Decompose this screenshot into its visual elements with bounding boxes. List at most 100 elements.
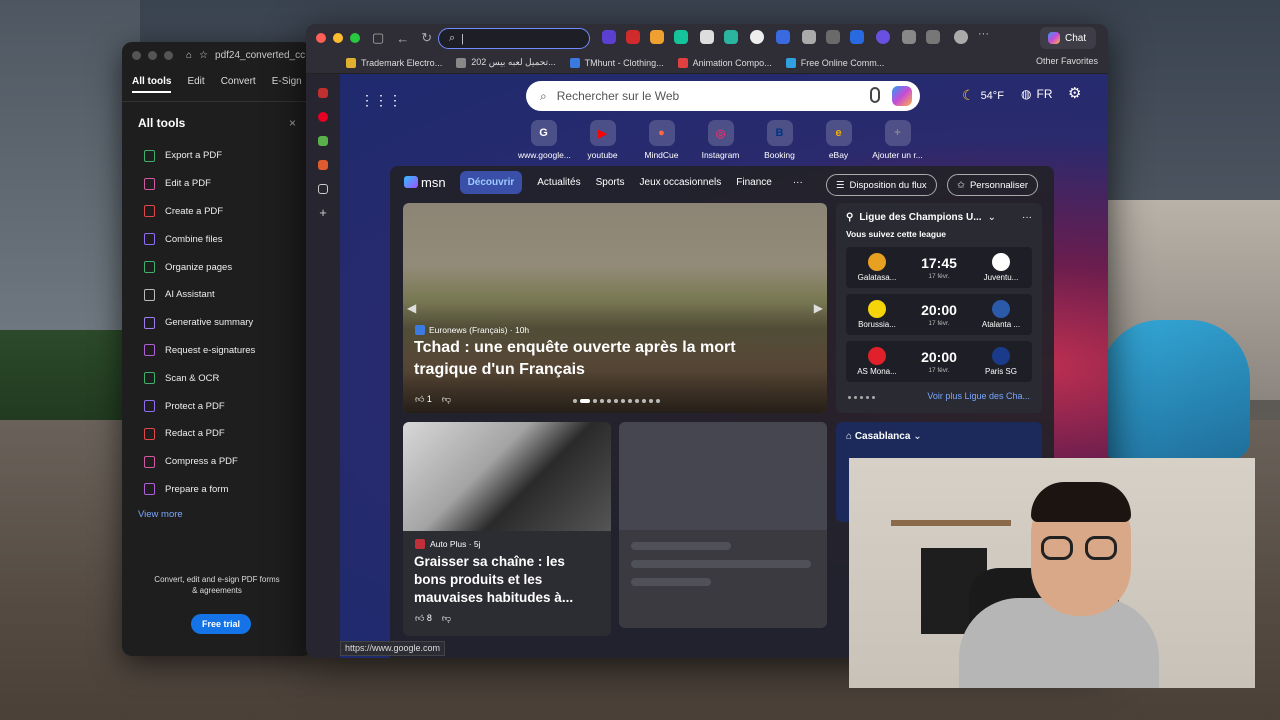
- tool-item[interactable]: Scan & OCR: [122, 364, 312, 392]
- see-more-league-link[interactable]: Voir plus Ligue des Cha...: [927, 391, 1030, 401]
- dislike-button[interactable]: 👎︎: [442, 394, 451, 405]
- microphone-icon[interactable]: [870, 87, 880, 103]
- close-icon[interactable]: ×: [289, 116, 296, 130]
- tab-sports[interactable]: Sports: [596, 177, 625, 188]
- extension-icon[interactable]: [850, 30, 864, 44]
- menu-esign[interactable]: E-Sign: [272, 76, 302, 93]
- gear-icon[interactable]: ⚙: [1068, 84, 1081, 102]
- extension-icon[interactable]: [724, 30, 738, 44]
- minimize-window-button[interactable]: [333, 33, 343, 43]
- add-icon[interactable]: +: [318, 206, 328, 219]
- extension-icon[interactable]: [776, 30, 790, 44]
- next-arrow-icon[interactable]: ▶: [814, 301, 823, 315]
- free-trial-button[interactable]: Free trial: [191, 614, 251, 634]
- close-window-button[interactable]: [316, 33, 326, 43]
- extension-icon[interactable]: [750, 30, 764, 44]
- grammarly-icon[interactable]: [674, 30, 688, 44]
- personalize-button[interactable]: ✩ Personnaliser: [947, 174, 1039, 196]
- tool-item[interactable]: Combine files: [122, 225, 312, 253]
- collections-icon[interactable]: [318, 184, 328, 194]
- view-more-link[interactable]: View more: [122, 503, 312, 526]
- match-row[interactable]: Galatasa... 17:45 17 févr. Juventu...: [846, 247, 1032, 288]
- avatar[interactable]: [954, 30, 968, 44]
- more-options-icon[interactable]: ···: [1022, 212, 1032, 223]
- quick-link[interactable]: ◎ Instagram: [695, 120, 746, 160]
- article-card[interactable]: Auto Plus · 5j Graisser sa chaîne : les …: [403, 422, 611, 636]
- more-menu-icon[interactable]: ···: [978, 28, 992, 42]
- tool-item[interactable]: Export a PDF: [122, 142, 312, 170]
- bookmark-item[interactable]: Free Online Comm...: [785, 57, 884, 68]
- web-search-box[interactable]: ⌕ Rechercher sur le Web: [526, 81, 920, 111]
- tab-finance[interactable]: Finance: [736, 177, 772, 188]
- bookmark-item[interactable]: Animation Compo...: [677, 57, 772, 68]
- tool-item[interactable]: Compress a PDF: [122, 448, 312, 476]
- favorites-icon[interactable]: [926, 30, 940, 44]
- quick-link[interactable]: Gwww.google...: [518, 120, 571, 160]
- tab-news[interactable]: Actualités: [537, 177, 580, 188]
- language-selector[interactable]: ◍ FR: [1021, 87, 1052, 101]
- extension-icon[interactable]: [826, 30, 840, 44]
- match-row[interactable]: AS Mona... 20:00 17 févr. Paris SG: [846, 341, 1032, 382]
- sidebar-icon[interactable]: [318, 160, 328, 170]
- puzzle-icon[interactable]: [902, 30, 916, 44]
- copilot-icon[interactable]: [892, 86, 912, 106]
- menu-convert[interactable]: Convert: [221, 76, 256, 93]
- quick-link[interactable]: ● MindCue: [636, 120, 687, 160]
- quick-link[interactable]: B Booking: [754, 120, 805, 160]
- extension-icon[interactable]: [700, 30, 714, 44]
- chat-button[interactable]: Chat: [1040, 27, 1096, 49]
- quick-link[interactable]: e eBay: [813, 120, 864, 160]
- weather-widget[interactable]: ☾ 54°F: [962, 87, 1004, 104]
- chevron-down-icon[interactable]: ⌄: [988, 212, 996, 223]
- quick-link[interactable]: + Ajouter un r...: [872, 120, 923, 160]
- sidebar-icon[interactable]: [318, 136, 328, 146]
- home-icon[interactable]: ⌂: [186, 50, 192, 61]
- hero-article[interactable]: ◀ ▶ Euronews (Français) · 10h Tchad : un…: [403, 203, 827, 413]
- tab-casual-games[interactable]: Jeux occasionnels: [640, 177, 722, 188]
- tool-item[interactable]: Create a PDF: [122, 198, 312, 226]
- apps-grid-icon[interactable]: ⋮⋮⋮: [360, 92, 402, 109]
- prev-arrow-icon[interactable]: ◀: [407, 301, 416, 315]
- shield-icon[interactable]: [802, 30, 816, 44]
- tool-item[interactable]: Protect a PDF: [122, 392, 312, 420]
- other-favorites[interactable]: Other Favorites: [1036, 56, 1098, 66]
- bookmark-item[interactable]: Trademark Electro...: [346, 57, 442, 68]
- tool-item[interactable]: AI Assistant: [122, 281, 312, 309]
- back-icon[interactable]: ←: [396, 31, 409, 46]
- bookmark-item[interactable]: TMhunt - Clothing...: [569, 57, 664, 68]
- dislike-button[interactable]: 👎︎: [442, 613, 451, 624]
- address-bar[interactable]: ⌕ |: [438, 28, 590, 49]
- maximize-window-button[interactable]: [350, 33, 360, 43]
- extension-icon[interactable]: [602, 30, 616, 44]
- like-button[interactable]: 👍︎ 8: [415, 613, 432, 624]
- extension-icon[interactable]: [650, 30, 664, 44]
- tool-item[interactable]: Request e-signatures: [122, 337, 312, 365]
- msn-logo[interactable]: msn: [404, 175, 446, 190]
- league-header[interactable]: ⚲ Ligue des Champions U... ⌄ ···: [836, 203, 1042, 229]
- tab-grid-icon[interactable]: ▢: [372, 30, 384, 46]
- quick-link[interactable]: ▶ youtube: [577, 120, 628, 160]
- star-icon[interactable]: ☆: [199, 50, 208, 61]
- acrobat-tab-title[interactable]: pdf24_converted_cc: [215, 50, 305, 61]
- reload-icon[interactable]: ↻: [421, 30, 432, 46]
- extension-icon[interactable]: [876, 30, 890, 44]
- like-button[interactable]: 👍︎ 1: [415, 394, 432, 405]
- sidebar-icon[interactable]: [318, 88, 328, 98]
- pinterest-icon[interactable]: [318, 112, 328, 122]
- feed-layout-button[interactable]: ☰ Disposition du flux: [826, 174, 937, 196]
- tool-item[interactable]: Edit a PDF: [122, 170, 312, 198]
- article-title[interactable]: Graisser sa chaîne : les bons produits e…: [403, 553, 611, 607]
- more-tabs-icon[interactable]: ···: [793, 177, 803, 188]
- tool-item[interactable]: Organize pages: [122, 253, 312, 281]
- menu-all-tools[interactable]: All tools: [132, 76, 172, 93]
- tool-item[interactable]: Generative summary: [122, 309, 312, 337]
- extension-icon[interactable]: [626, 30, 640, 44]
- tab-discover[interactable]: Découvrir: [459, 170, 523, 194]
- bookmark-item[interactable]: تحميل لعبه بيس 202...: [456, 57, 556, 68]
- match-row[interactable]: Borussia... 20:00 17 févr. Atalanta ...: [846, 294, 1032, 335]
- menu-edit[interactable]: Edit: [187, 76, 204, 93]
- chevron-down-icon[interactable]: ⌄: [913, 431, 921, 442]
- tool-item[interactable]: Redact a PDF: [122, 420, 312, 448]
- tool-item[interactable]: Prepare a form: [122, 476, 312, 504]
- article-title[interactable]: Tchad : une enquête ouverte après la mor…: [414, 337, 774, 381]
